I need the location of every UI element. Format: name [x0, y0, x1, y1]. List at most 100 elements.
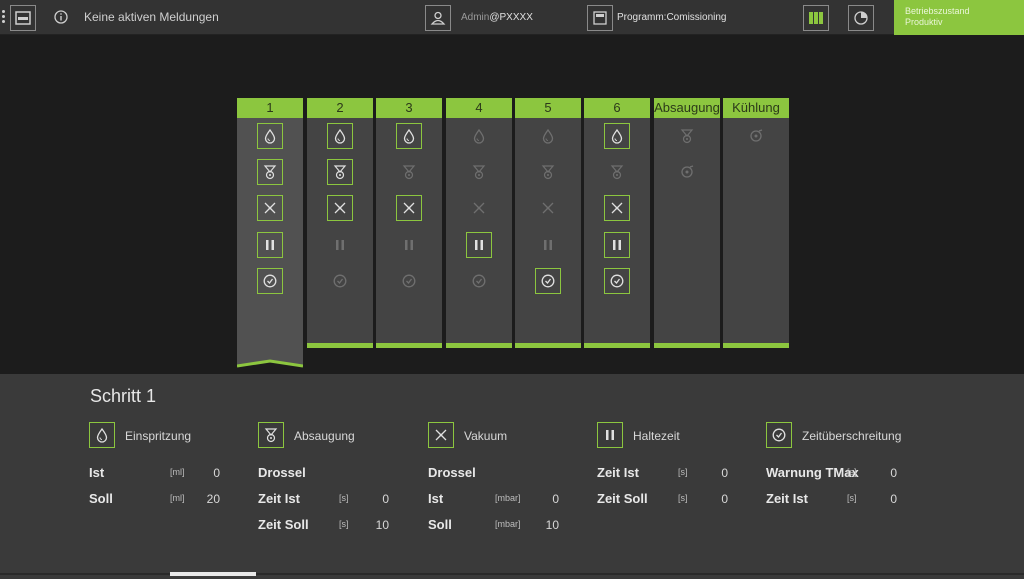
operating-state-label: Betriebszustand	[905, 6, 970, 16]
timer-icon[interactable]	[257, 268, 283, 294]
step-column-1[interactable]: 1	[236, 98, 304, 368]
field-value: 10	[375, 518, 389, 532]
field-value: 0	[890, 466, 897, 480]
pause-icon[interactable]	[396, 232, 422, 258]
field-unit: [mbar]	[495, 519, 521, 529]
field-label: Zeit Ist	[597, 465, 639, 480]
top-bar: Keine aktiven Meldungen Admin@PXXXX Prog…	[0, 0, 1024, 35]
column-footer	[515, 343, 581, 348]
user-name: @PXXXX	[489, 12, 533, 23]
step-column-absaugung[interactable]: Absaugung	[654, 98, 720, 348]
pause-icon[interactable]	[327, 232, 353, 258]
step-detail-panel: Schritt 1 Einspritzung Ist [ml] 0 Soll [ml] 20…	[0, 374, 1024, 579]
field-unit: [ml]	[170, 493, 185, 503]
drop-icon[interactable]	[466, 123, 492, 149]
step-column-5[interactable]: 5	[515, 98, 581, 348]
messages-text: Keine aktiven Meldungen	[84, 10, 219, 24]
field-label: Soll	[89, 491, 113, 506]
scroll-indicator[interactable]	[170, 572, 256, 576]
pause-icon[interactable]	[466, 232, 492, 258]
program-icon[interactable]	[587, 5, 613, 31]
group-label: Vakuum	[464, 429, 508, 443]
scroll-track[interactable]	[0, 573, 1024, 575]
spiral-icon[interactable]	[257, 195, 283, 221]
fan-icon[interactable]	[674, 123, 700, 149]
field-unit: [s]	[678, 467, 688, 477]
info-icon[interactable]	[54, 10, 68, 24]
column-footer	[723, 343, 789, 348]
fan-icon[interactable]	[535, 159, 561, 185]
step-column-2[interactable]: 2	[307, 98, 373, 348]
menu-dots-icon[interactable]	[2, 10, 6, 26]
timer-icon[interactable]	[327, 268, 353, 294]
step-column-6[interactable]: 6	[584, 98, 650, 348]
step-overview: 1 2 3 4 5 6 Absaugung Kühlung	[0, 36, 1024, 375]
column-header: 5	[515, 98, 581, 118]
field-label: Ist	[89, 465, 105, 480]
drop-icon[interactable]	[327, 123, 353, 149]
field-label: Drossel	[258, 465, 306, 480]
user-label: Admin@PXXXX	[461, 12, 533, 23]
spiral-icon[interactable]	[466, 195, 492, 221]
group-label: Absaugung	[294, 429, 355, 443]
spiral-icon[interactable]	[396, 195, 422, 221]
field-value: 10	[545, 518, 559, 532]
group-label: Haltezeit	[633, 429, 680, 443]
column-footer	[446, 343, 512, 348]
field-unit: [s]	[847, 493, 857, 503]
field-label: Soll	[428, 517, 452, 532]
spiral-icon	[428, 422, 454, 448]
fan-icon[interactable]	[396, 159, 422, 185]
fan-icon[interactable]	[466, 159, 492, 185]
timer-icon[interactable]	[535, 268, 561, 294]
timer-icon	[766, 422, 792, 448]
fan-icon[interactable]	[604, 159, 630, 185]
active-step-ribbon	[236, 356, 304, 370]
drop-icon	[89, 422, 115, 448]
field-value: 0	[890, 492, 897, 506]
spiral-icon[interactable]	[535, 195, 561, 221]
field-label: Drossel	[428, 465, 476, 480]
column-header: Absaugung	[654, 98, 720, 118]
field-label: Zeit Ist	[258, 491, 300, 506]
step-column-4[interactable]: 4	[446, 98, 512, 348]
column-footer	[307, 343, 373, 348]
field-unit: [mbar]	[495, 493, 521, 503]
drop-icon[interactable]	[396, 123, 422, 149]
column-header: Kühlung	[723, 98, 789, 118]
field-value: 0	[721, 466, 728, 480]
step-column-3[interactable]: 3	[376, 98, 442, 348]
operating-state-value: Produktiv	[905, 17, 943, 27]
field-value: 0	[213, 466, 220, 480]
drop-icon[interactable]	[257, 123, 283, 149]
pause-icon[interactable]	[604, 232, 630, 258]
column-footer	[654, 343, 720, 348]
pause-icon[interactable]	[257, 232, 283, 258]
user-icon[interactable]	[425, 5, 451, 31]
field-label: Zeit Soll	[258, 517, 309, 532]
fan-icon[interactable]	[257, 159, 283, 185]
chart-view-icon[interactable]	[848, 5, 874, 31]
screen-icon[interactable]	[10, 5, 36, 31]
grid-view-icon[interactable]	[803, 5, 829, 31]
timer-icon[interactable]	[396, 268, 422, 294]
spiral-icon[interactable]	[604, 195, 630, 221]
drop-icon[interactable]	[604, 123, 630, 149]
field-unit: [s]	[847, 467, 857, 477]
user-prefix: Admin	[461, 12, 490, 23]
timer-icon[interactable]	[466, 268, 492, 294]
operating-state[interactable]: Betriebszustand Produktiv	[894, 0, 1024, 35]
drop-icon[interactable]	[535, 123, 561, 149]
fan-icon[interactable]	[327, 159, 353, 185]
field-value: 0	[721, 492, 728, 506]
field-value: 0	[552, 492, 559, 506]
gear-fan-icon[interactable]	[674, 159, 700, 185]
spiral-icon[interactable]	[327, 195, 353, 221]
pause-icon[interactable]	[535, 232, 561, 258]
step-column-kühlung[interactable]: Kühlung	[723, 98, 789, 348]
gear-fan-icon[interactable]	[743, 123, 769, 149]
field-unit: [s]	[339, 519, 349, 529]
field-label: Zeit Ist	[766, 491, 808, 506]
field-unit: [s]	[678, 493, 688, 503]
timer-icon[interactable]	[604, 268, 630, 294]
